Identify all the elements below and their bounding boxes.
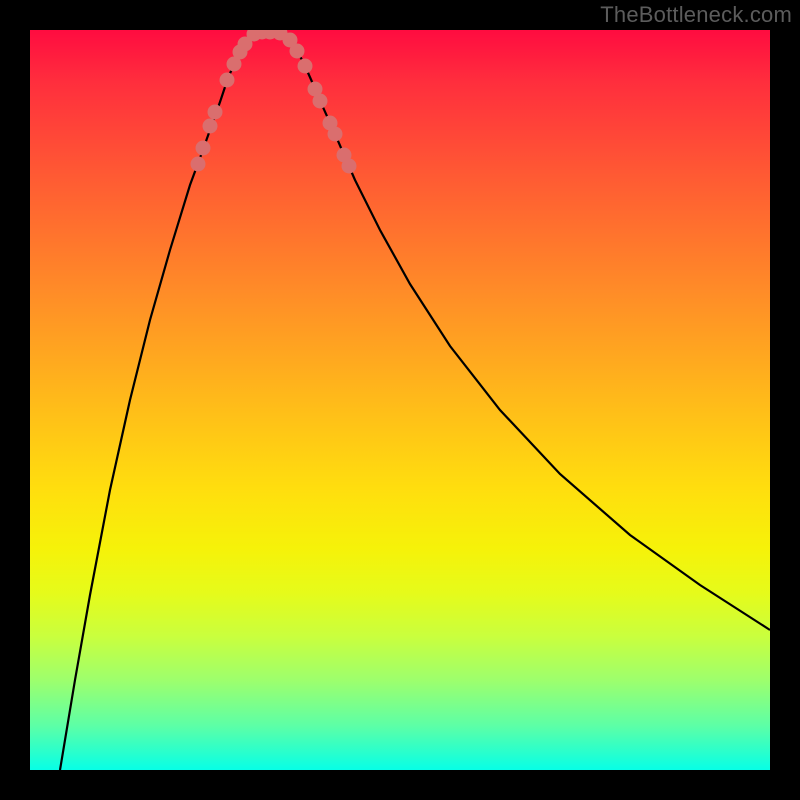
curve-group xyxy=(60,32,770,770)
marker-dot xyxy=(313,94,328,109)
marker-dot xyxy=(298,59,313,74)
plot-area xyxy=(30,30,770,770)
watermark-text: TheBottleneck.com xyxy=(600,2,792,28)
marker-dot xyxy=(290,44,305,59)
marker-dot xyxy=(220,73,235,88)
curve-svg xyxy=(30,30,770,770)
marker-dot xyxy=(328,127,343,142)
marker-dot xyxy=(196,141,211,156)
marker-dot xyxy=(208,105,223,120)
marker-dot xyxy=(342,159,357,174)
marker-dot xyxy=(191,157,206,172)
curve-right xyxy=(284,34,770,630)
marker-dot xyxy=(203,119,218,134)
curve-left xyxy=(60,34,252,770)
chart-container: TheBottleneck.com xyxy=(0,0,800,800)
marker-group xyxy=(191,30,357,174)
